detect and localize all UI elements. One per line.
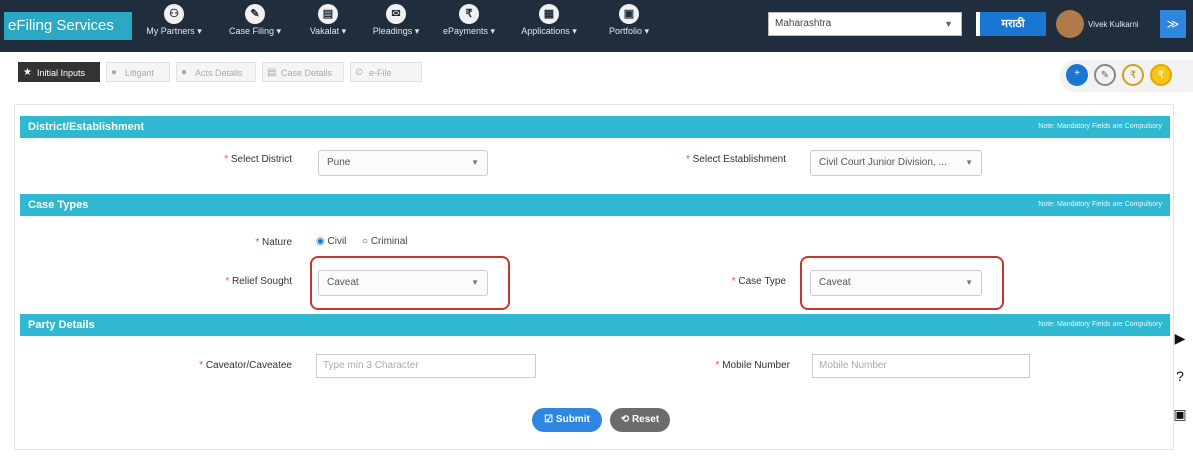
star-icon: ★ [23,67,32,78]
caveator-input[interactable]: Type min 3 Character [316,354,536,378]
user-icon: ● [181,67,188,78]
case-type-select[interactable]: Caveat ▼ [810,270,982,296]
tab-label: Initial Inputs [37,68,86,78]
section-header-case-types: Case Types Note: Mandatory Fields are Co… [20,194,1170,216]
coin-icon[interactable]: ₹ [1150,64,1172,86]
radio-label: Criminal [370,236,408,247]
nav-applications[interactable]: ▦ Applications ▾ [506,4,592,48]
tab-initial-inputs[interactable]: ★ Initial Inputs [18,62,100,82]
top-navbar: eFiling Services ⚇ My Partners ▾ ✎ Case … [0,0,1193,52]
relief-sought-select[interactable]: Caveat ▼ [318,270,488,296]
nav-vakalat[interactable]: ▤ Vakalat ▾ [298,4,358,48]
establishment-select[interactable]: Civil Court Junior Division, ... ▼ [810,150,982,176]
radio-label: Civil [327,236,347,247]
nav-label: Portfolio ▾ [608,26,650,36]
chevron-down-icon: ▼ [965,158,973,167]
edit-icon[interactable]: ✎ [1094,64,1116,86]
briefcase-icon: ▣ [619,4,639,24]
reset-button[interactable]: ⟲ Reset [610,408,670,432]
reset-label: Reset [631,414,660,425]
file-icon: ▦ [539,4,559,24]
state-select-value: Maharashtra [775,18,832,29]
tab-acts-details[interactable]: ● Acts Details [176,62,256,82]
collapse-icon[interactable]: ≫ [1160,10,1186,38]
establishment-select-value: Civil Court Junior Division, ... [819,157,947,168]
radio-civil[interactable]: ◉ Civil [316,236,346,247]
reset-icon: ⟲ [620,414,632,425]
add-icon[interactable]: + [1066,64,1088,86]
mobile-number-label: * Mobile Number [715,360,790,371]
submit-icon: ☑ [544,414,556,425]
establishment-label: * Select Establishment [685,154,786,165]
language-button[interactable]: मराठी [976,12,1046,36]
nav-my-partners[interactable]: ⚇ My Partners ▾ [138,4,210,48]
section-title: Case Types [28,199,89,211]
section-header-district: District/Establishment Note: Mandatory F… [20,116,1170,138]
nav-label: ePayments ▾ [442,26,496,36]
nav-label: My Partners ▾ [146,26,202,36]
quick-actions: + ✎ ₹ ₹ [1060,60,1193,92]
nav-label: Pleadings ▾ [372,26,420,36]
radio-checked-icon: ◉ [316,236,325,247]
mandatory-note: Note: Mandatory Fields are Compulsory [1038,123,1162,130]
play-icon[interactable]: ▶ [1170,328,1190,348]
mandatory-note: Note: Mandatory Fields are Compulsory [1038,321,1162,328]
district-select-value: Pune [327,157,351,168]
tab-label: Litigant [125,68,155,78]
tab-label: e-File [369,68,392,78]
tab-label: Case Details [281,68,333,78]
relief-sought-label: * Relief Sought [225,276,292,287]
section-title: Party Details [28,319,95,331]
relief-select-value: Caveat [327,277,359,288]
tab-e-file[interactable]: ⊙ e-File [350,62,422,82]
mail-icon: ✉ [386,4,406,24]
chevron-down-icon: ▼ [944,19,953,29]
chevron-down-icon: ▼ [965,278,973,287]
tab-litigant[interactable]: ● Litigant [106,62,170,82]
section-title: District/Establishment [28,121,145,133]
pencil-icon: ✎ [245,4,265,24]
chevron-down-icon: ▼ [471,278,479,287]
chevron-down-icon: ▼ [471,158,479,167]
radio-criminal[interactable]: ○ Criminal [362,236,408,247]
caveator-label: * Caveator/Caveatee [199,360,292,371]
district-label: * Select District [224,154,292,165]
people-icon: ⚇ [164,4,184,24]
mobile-number-input[interactable]: Mobile Number [812,354,1030,378]
state-select[interactable]: Maharashtra ▼ [768,12,962,36]
user-icon: ● [111,67,118,78]
submit-label: Submit [555,414,590,425]
district-select[interactable]: Pune ▼ [318,150,488,176]
nav-label: Vakalat ▾ [309,26,347,36]
nav-pleadings[interactable]: ✉ Pleadings ▾ [360,4,432,48]
nature-label: * Nature [255,237,292,248]
nav-label: Case Filing ▾ [228,26,282,36]
brand-logo[interactable]: eFiling Services [4,12,132,40]
rupee-icon: ₹ [459,4,479,24]
mandatory-note: Note: Mandatory Fields are Compulsory [1038,201,1162,208]
document-icon: ▤ [318,4,338,24]
radio-unchecked-icon: ○ [362,236,369,247]
pdf-icon[interactable]: ▣ [1170,404,1190,424]
help-icon[interactable]: ? [1170,366,1190,386]
tab-case-details[interactable]: ▤ Case Details [262,62,344,82]
nav-epayments[interactable]: ₹ ePayments ▾ [436,4,502,48]
submit-button[interactable]: ☑ Submit [532,408,602,432]
nav-label: Applications ▾ [521,26,577,36]
section-header-party: Party Details Note: Mandatory Fields are… [20,314,1170,336]
nav-portfolio[interactable]: ▣ Portfolio ▾ [594,4,664,48]
avatar[interactable] [1056,10,1084,38]
user-name[interactable]: Vivek Kulkarni [1088,20,1139,29]
case-type-label: * Case Type [731,276,786,287]
case-type-select-value: Caveat [819,277,851,288]
upload-icon: ⊙ [355,67,364,78]
file-icon: ▤ [267,67,277,78]
rupee-icon[interactable]: ₹ [1122,64,1144,86]
nav-case-filing[interactable]: ✎ Case Filing ▾ [220,4,290,48]
tab-label: Acts Details [195,68,243,78]
